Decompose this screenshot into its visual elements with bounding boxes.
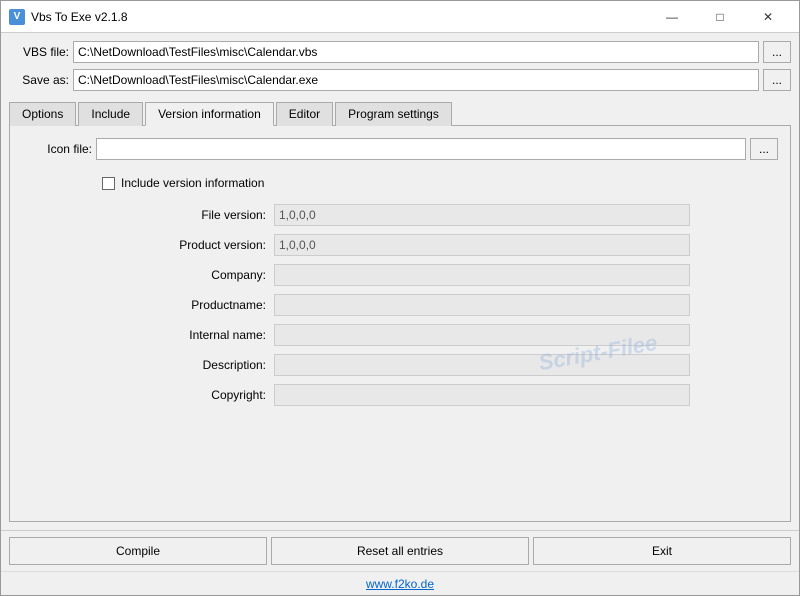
version-form-grid: File version: Product version: Company: … [110, 204, 690, 406]
tab-include[interactable]: Include [78, 102, 143, 126]
save-as-row: Save as: ... [9, 69, 791, 91]
vbs-file-input[interactable] [73, 41, 759, 63]
main-window: V Vbs To Exe v2.1.8 — □ ✕ VBS file: ... … [0, 0, 800, 596]
vbs-browse-button[interactable]: ... [763, 41, 791, 63]
copyright-input[interactable] [274, 384, 690, 406]
version-body: Include version information File version… [22, 168, 778, 406]
tab-program-settings[interactable]: Program settings [335, 102, 452, 126]
minimize-button[interactable]: — [649, 5, 695, 29]
icon-file-row: Icon file: ... [22, 138, 778, 160]
tabs-wrapper: Options Include Version information Edit… [9, 97, 791, 522]
tab-editor[interactable]: Editor [276, 102, 333, 126]
maximize-button[interactable]: □ [697, 5, 743, 29]
tab-version[interactable]: Version information [145, 102, 274, 126]
app-icon: V [9, 9, 25, 25]
internal-name-label: Internal name: [110, 324, 270, 346]
vbs-file-row: VBS file: ... [9, 41, 791, 63]
bottom-buttons: Compile Reset all entries Exit [1, 530, 799, 571]
productname-label: Productname: [110, 294, 270, 316]
file-version-label: File version: [110, 204, 270, 226]
include-version-checkbox[interactable] [102, 177, 115, 190]
compile-button[interactable]: Compile [9, 537, 267, 565]
save-as-input[interactable] [73, 69, 759, 91]
tabs: Options Include Version information Edit… [9, 101, 791, 126]
title-bar: V Vbs To Exe v2.1.8 — □ ✕ [1, 1, 799, 33]
title-bar-left: V Vbs To Exe v2.1.8 [9, 9, 128, 25]
file-version-input[interactable] [274, 204, 690, 226]
description-label: Description: [110, 354, 270, 376]
include-version-row: Include version information [102, 176, 264, 190]
company-input[interactable] [274, 264, 690, 286]
footer-link[interactable]: www.f2ko.de [366, 577, 434, 591]
version-tab-content: Icon file: ... Include version informati… [9, 126, 791, 522]
save-as-label: Save as: [9, 73, 69, 87]
description-input[interactable] [274, 354, 690, 376]
main-content: VBS file: ... Save as: ... Options Inclu… [1, 33, 799, 530]
product-version-input[interactable] [274, 234, 690, 256]
exit-button[interactable]: Exit [533, 537, 791, 565]
icon-file-input[interactable] [96, 138, 746, 160]
reset-button[interactable]: Reset all entries [271, 537, 529, 565]
product-version-label: Product version: [110, 234, 270, 256]
save-browse-button[interactable]: ... [763, 69, 791, 91]
internal-name-input[interactable] [274, 324, 690, 346]
company-label: Company: [110, 264, 270, 286]
window-title: Vbs To Exe v2.1.8 [31, 10, 128, 24]
productname-input[interactable] [274, 294, 690, 316]
copyright-label: Copyright: [110, 384, 270, 406]
close-button[interactable]: ✕ [745, 5, 791, 29]
title-bar-controls: — □ ✕ [649, 5, 791, 29]
icon-file-label: Icon file: [22, 142, 92, 156]
include-version-label: Include version information [121, 176, 264, 190]
footer: www.f2ko.de [1, 571, 799, 595]
vbs-file-label: VBS file: [9, 45, 69, 59]
icon-browse-button[interactable]: ... [750, 138, 778, 160]
tab-options[interactable]: Options [9, 102, 76, 126]
